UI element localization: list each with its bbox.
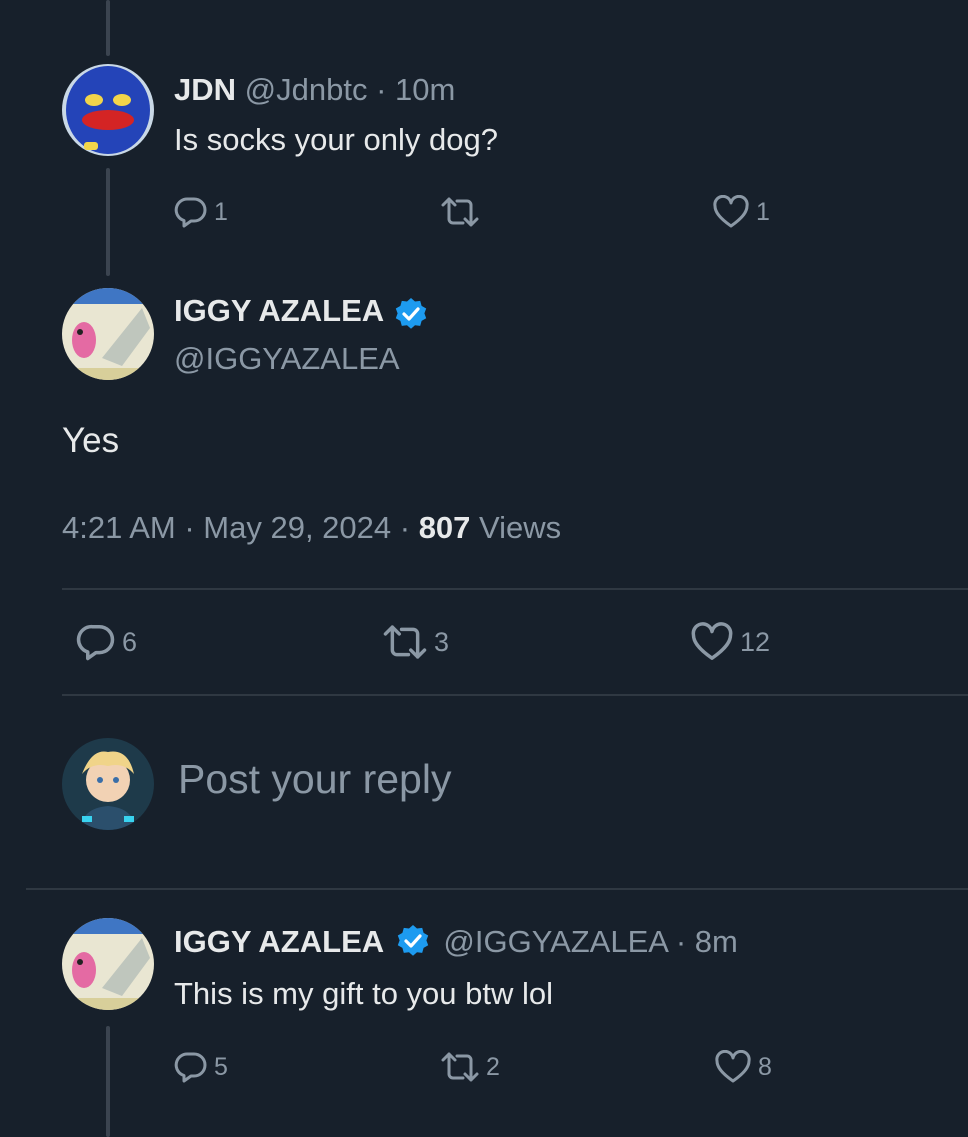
cut-off-action-row — [170, 0, 790, 10]
thread-line-iggy — [106, 1026, 110, 1137]
cut-off-icons — [170, 0, 790, 10]
heart-icon — [715, 1050, 751, 1083]
author-name[interactable]: IGGY AZALEA — [174, 293, 384, 328]
avatar-iggy-main[interactable] — [62, 288, 154, 380]
reply2-repost-button[interactable]: 2 — [440, 1050, 500, 1084]
main-author-handle[interactable]: @IGGYAZALEA — [174, 341, 400, 377]
reply-icon — [76, 624, 115, 661]
main-reply-button[interactable]: 6 — [76, 622, 137, 662]
thread-line-top — [106, 0, 110, 56]
views-label: Views — [470, 510, 562, 545]
avatar-current-user — [62, 738, 154, 830]
post-timestamp[interactable]: 4:21 AM · May 29, 2024 · — [62, 510, 419, 545]
verified-badge-icon[interactable] — [395, 923, 431, 959]
post-time[interactable]: · 10m — [376, 72, 455, 107]
repost-icon — [383, 625, 427, 659]
verified-badge-icon[interactable] — [393, 296, 429, 332]
repost-count: 2 — [486, 1052, 500, 1081]
heart-icon — [713, 195, 749, 228]
iggy-avatar-image — [62, 918, 154, 1010]
repost-icon — [441, 197, 479, 227]
iggy-avatar-image — [62, 288, 154, 380]
main-repost-button[interactable]: 3 — [382, 622, 449, 662]
main-post-text: Yes — [62, 421, 120, 460]
thread-line-jdn — [106, 168, 110, 276]
reply-count: 6 — [122, 626, 138, 657]
heart-icon — [691, 622, 733, 660]
reply2-header: IGGY AZALEA @IGGYAZALEA · 8m — [174, 924, 738, 960]
reply1-repost-button[interactable] — [440, 195, 486, 229]
reply-composer-input[interactable]: Post your reply — [178, 756, 938, 808]
reply2-text: This is my gift to you btw lol — [174, 976, 554, 1011]
reply1-reply-button[interactable]: 1 — [174, 195, 228, 229]
author-handle[interactable]: @IGGYAZALEA — [443, 924, 667, 959]
view-count[interactable]: 807 — [419, 510, 471, 545]
avatar-iggy-reply[interactable] — [62, 918, 154, 1010]
user-avatar-image — [62, 738, 154, 830]
reply1-header: JDN @Jdnbtc · 10m — [174, 72, 455, 108]
reply-count: 1 — [214, 197, 228, 226]
main-like-button[interactable]: 12 — [690, 622, 770, 662]
repost-icon — [441, 1052, 479, 1082]
post-time[interactable]: · 8m — [676, 924, 738, 959]
like-count: 12 — [740, 626, 771, 657]
reply2-reply-button[interactable]: 5 — [174, 1050, 228, 1084]
reply-icon — [174, 1052, 207, 1083]
like-count: 8 — [758, 1052, 772, 1081]
like-count: 1 — [756, 197, 770, 226]
main-post-meta: 4:21 AM · May 29, 2024 · 807 Views — [62, 510, 561, 546]
reply-icon — [174, 197, 207, 228]
main-author-name-row: IGGY AZALEA — [174, 293, 429, 332]
divider-composer — [26, 888, 968, 890]
divider-top — [62, 588, 968, 590]
avatar-jdn[interactable] — [62, 64, 154, 156]
reply1-text: Is socks your only dog? — [174, 122, 498, 157]
author-name[interactable]: JDN — [174, 72, 236, 107]
reply-count: 5 — [214, 1052, 228, 1081]
reply1-like-button[interactable]: 1 — [712, 195, 770, 229]
repost-count: 3 — [434, 626, 450, 657]
author-handle[interactable]: @Jdnbtc — [245, 72, 368, 107]
author-name[interactable]: IGGY AZALEA — [174, 924, 384, 959]
jdn-avatar-image — [62, 64, 154, 156]
divider-bottom — [62, 694, 968, 696]
reply2-like-button[interactable]: 8 — [714, 1050, 772, 1084]
